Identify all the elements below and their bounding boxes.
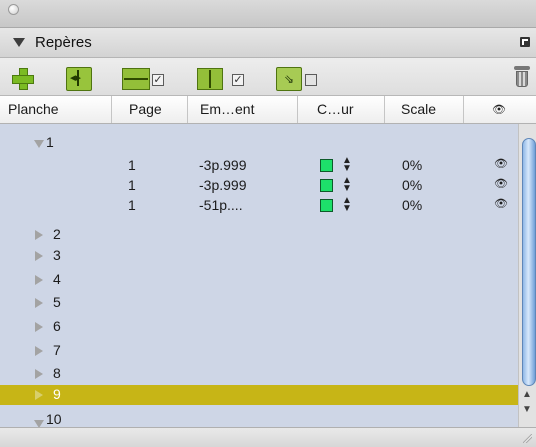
- status-bar: [0, 427, 536, 447]
- column-header-planche[interactable]: Planche: [8, 96, 59, 123]
- collapsed-triangle-icon[interactable]: [35, 390, 43, 400]
- list-item-group-10[interactable]: 10: [0, 411, 518, 427]
- row-page: 1: [128, 177, 136, 193]
- expanded-triangle-icon[interactable]: [34, 420, 44, 427]
- row-position: -51p....: [199, 197, 243, 213]
- snap-button[interactable]: ⇘: [276, 67, 302, 91]
- row-page: 1: [128, 197, 136, 213]
- list-item-group-3[interactable]: 3: [0, 246, 518, 266]
- list-item-group-1[interactable]: 1: [0, 133, 518, 153]
- vertical-scrollbar[interactable]: ▲ ▼: [518, 124, 536, 427]
- row-position: -3p.999: [199, 157, 247, 173]
- group-label: 3: [53, 247, 61, 263]
- collapse-triangle-icon[interactable]: [13, 38, 25, 47]
- group-label: 5: [53, 294, 61, 310]
- row-page: 1: [128, 157, 136, 173]
- panel-menu-icon[interactable]: [520, 37, 530, 47]
- list-item-group-2[interactable]: 2: [0, 225, 518, 245]
- collapsed-triangle-icon[interactable]: [35, 230, 43, 240]
- group-label: 6: [53, 318, 61, 334]
- column-header-couleur[interactable]: C…ur: [297, 96, 354, 123]
- guides-list: 1 1 -3p.999 ▲ ▼ 0% 👁 1 -3p.999 ▲ ▼ 0% 👁 1 …: [0, 124, 518, 427]
- color-stepper-icon[interactable]: ▲ ▼: [342, 156, 352, 174]
- vertical-guides-button[interactable]: [197, 68, 223, 90]
- collapsed-triangle-icon[interactable]: [35, 346, 43, 356]
- column-header-emplacement[interactable]: Em…ent: [187, 96, 254, 123]
- delete-trash-icon[interactable]: [514, 66, 530, 88]
- color-swatch[interactable]: [320, 179, 333, 192]
- row-scale: 0%: [402, 157, 423, 173]
- list-item-group-6[interactable]: 6: [0, 317, 518, 337]
- group-label: 7: [53, 342, 61, 358]
- list-item-group-5[interactable]: 5: [0, 293, 518, 313]
- group-label: 1: [46, 134, 54, 150]
- scroll-down-arrow-icon[interactable]: ▼: [522, 405, 532, 415]
- column-header-visibility[interactable]: [463, 96, 518, 123]
- collapsed-triangle-icon[interactable]: [35, 298, 43, 308]
- fit-guides-button[interactable]: [66, 67, 92, 91]
- group-label: 8: [53, 365, 61, 381]
- group-label: 4: [53, 271, 61, 287]
- add-guide-button[interactable]: [12, 68, 34, 90]
- color-swatch[interactable]: [320, 199, 333, 212]
- collapsed-triangle-icon[interactable]: [35, 369, 43, 379]
- table-header: Planche Page Em…ent C…ur Scale 👁: [0, 96, 536, 124]
- title-bar[interactable]: [0, 0, 536, 28]
- guides-toolbar: ✓ ✓ ⇘: [0, 58, 536, 96]
- row-position: -3p.999: [199, 177, 247, 193]
- vertical-guides-checkbox[interactable]: ✓: [232, 74, 244, 86]
- scroll-thumb[interactable]: [522, 138, 536, 386]
- horizontal-guides-button[interactable]: [122, 68, 150, 90]
- eye-icon: 👁: [492, 104, 506, 116]
- collapsed-triangle-icon[interactable]: [35, 251, 43, 261]
- color-stepper-icon[interactable]: ▲ ▼: [342, 196, 352, 214]
- color-stepper-icon[interactable]: ▲ ▼: [342, 176, 352, 194]
- column-header-page[interactable]: Page: [111, 96, 162, 123]
- list-item-group-4[interactable]: 4: [0, 270, 518, 290]
- eye-icon[interactable]: 👁: [494, 177, 508, 190]
- column-header-scale[interactable]: Scale: [384, 96, 436, 123]
- row-scale: 0%: [402, 197, 423, 213]
- snap-checkbox[interactable]: [305, 74, 317, 86]
- eye-icon[interactable]: 👁: [494, 197, 508, 210]
- color-swatch[interactable]: [320, 159, 333, 172]
- table-row[interactable]: 1 -3p.999 ▲ ▼ 0% 👁: [0, 176, 518, 196]
- list-item-group-7[interactable]: 7: [0, 341, 518, 361]
- eye-icon[interactable]: 👁: [494, 157, 508, 170]
- panel-title: Repères: [35, 34, 92, 51]
- scroll-up-arrow-icon[interactable]: ▲: [522, 390, 532, 400]
- table-row[interactable]: 1 -3p.999 ▲ ▼ 0% 👁: [0, 156, 518, 176]
- group-label: 10: [46, 411, 62, 427]
- group-label: 9: [53, 386, 61, 402]
- row-scale: 0%: [402, 177, 423, 193]
- close-dot-icon[interactable]: [8, 4, 19, 15]
- guides-panel-window: Repères ✓ ✓ ⇘ Planche Page Em…ent C…ur S…: [0, 0, 536, 447]
- collapsed-triangle-icon[interactable]: [35, 322, 43, 332]
- horizontal-guides-checkbox[interactable]: ✓: [152, 74, 164, 86]
- group-label: 2: [53, 226, 61, 242]
- collapsed-triangle-icon[interactable]: [35, 275, 43, 285]
- table-row[interactable]: 1 -51p.... ▲ ▼ 0% 👁: [0, 196, 518, 216]
- expanded-triangle-icon[interactable]: [34, 140, 44, 148]
- list-item-group-8[interactable]: 8: [0, 364, 518, 384]
- resize-grip-icon[interactable]: [523, 434, 532, 443]
- list-item-group-9[interactable]: 9: [0, 385, 518, 405]
- panel-header: Repères: [0, 28, 536, 58]
